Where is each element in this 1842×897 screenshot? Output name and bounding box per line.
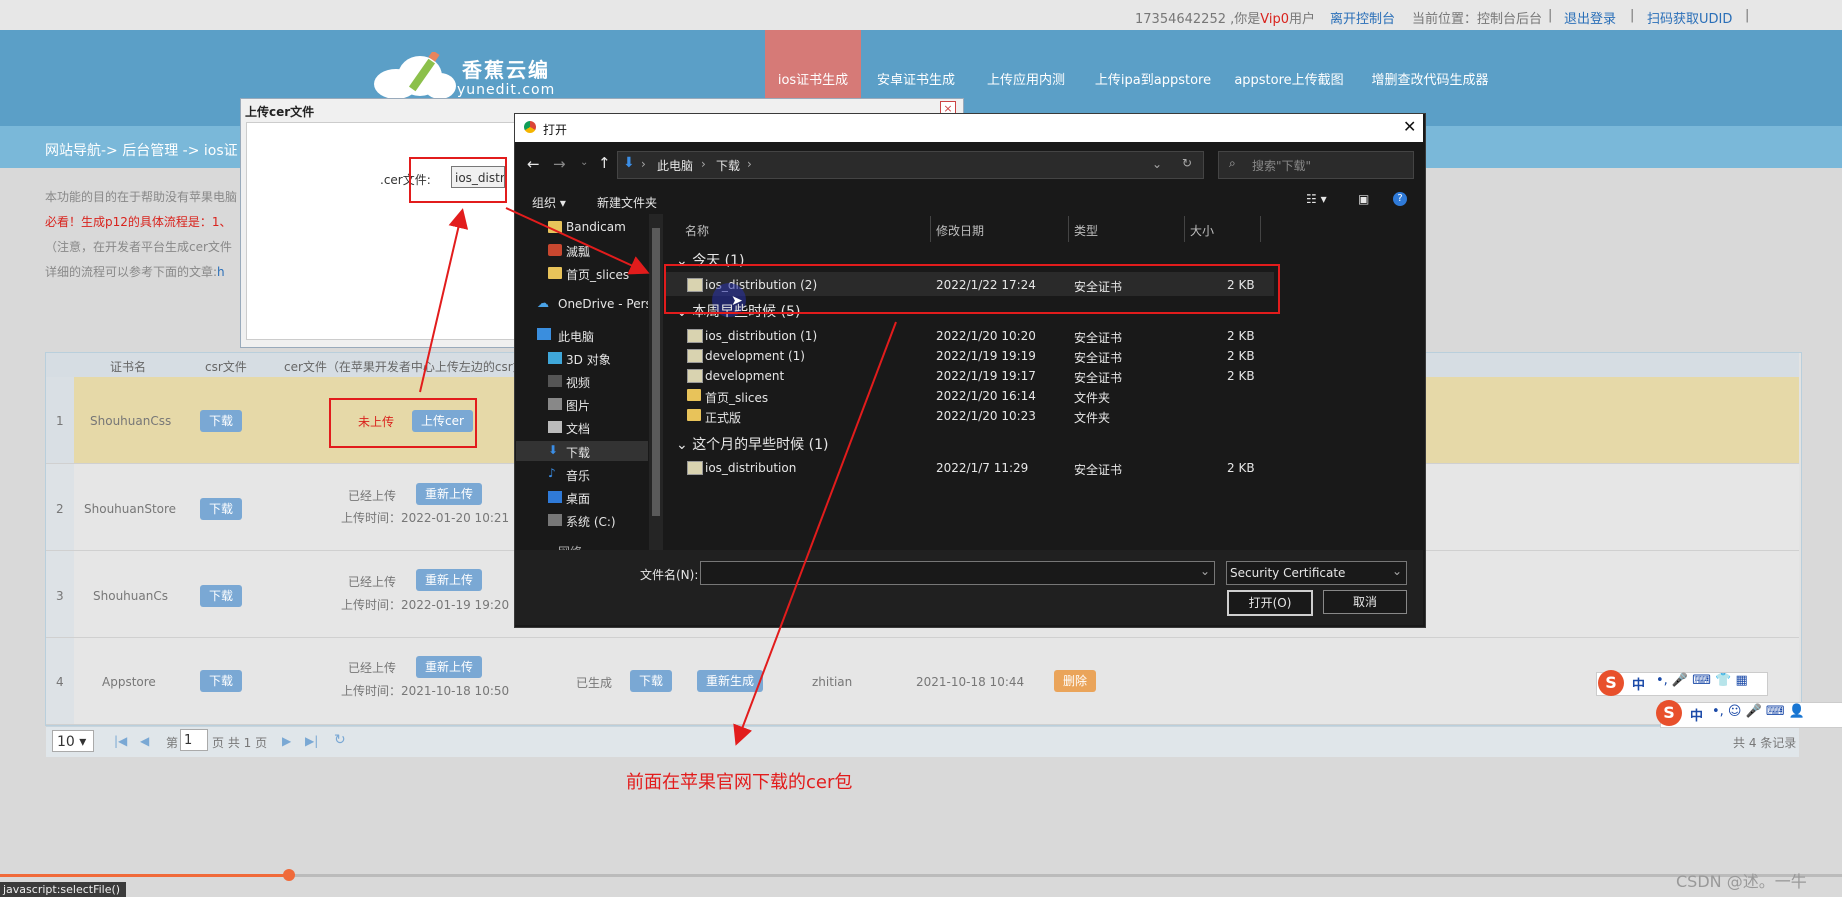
- ime-tools-icon[interactable]: •, 🎤 ⌨ 👕 ▦: [1656, 673, 1748, 688]
- annotation-arrows: [419, 207, 897, 746]
- ime-mode[interactable]: 中: [1632, 674, 1645, 693]
- sogou-ime-icon[interactable]: S: [1656, 700, 1682, 726]
- sogou-ime-icon[interactable]: S: [1598, 670, 1624, 696]
- watermark: CSDN @述。一牛: [1676, 872, 1807, 891]
- ime-mode[interactable]: 中: [1690, 705, 1703, 724]
- video-progress-handle[interactable]: [283, 869, 295, 881]
- annotation-caption: 前面在苹果官网下载的cer包: [626, 772, 853, 793]
- ime-tools-icon[interactable]: •, ☺ 🎤 ⌨ 👤: [1712, 704, 1805, 719]
- status-url: javascript:selectFile(): [0, 882, 126, 897]
- video-progress-fill: [0, 874, 290, 877]
